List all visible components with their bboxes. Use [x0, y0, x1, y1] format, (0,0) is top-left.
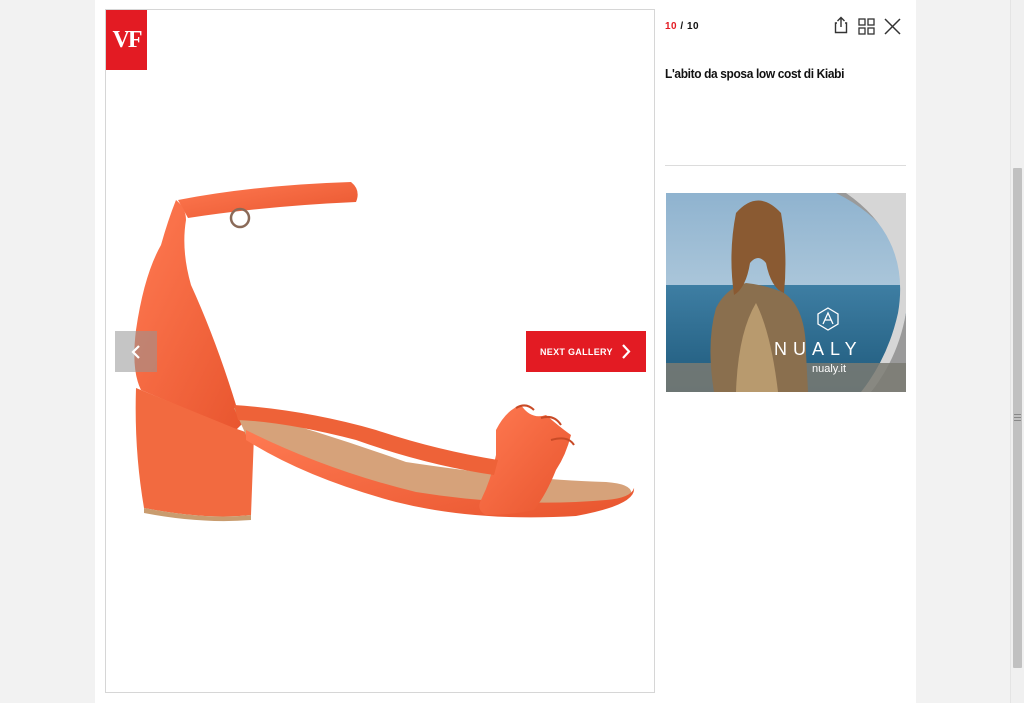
- advertisement-banner[interactable]: NUALY nualy.it: [666, 193, 906, 392]
- ad-image: [666, 193, 906, 392]
- counter-total: 10: [686, 21, 700, 32]
- next-gallery-label: NEXT GALLERY: [540, 346, 613, 357]
- logo-text: VF: [112, 26, 143, 53]
- previous-image-button[interactable]: [115, 331, 157, 372]
- divider: [665, 165, 906, 166]
- image-counter: 10 / 10: [665, 21, 699, 32]
- ad-url-text: nualy.it: [812, 363, 847, 375]
- close-button[interactable]: [884, 18, 901, 40]
- nualy-logo-icon: [817, 307, 839, 331]
- share-icon: [834, 16, 848, 34]
- vanity-fair-logo[interactable]: VF: [106, 10, 147, 70]
- ad-brand-text: NUALY: [774, 339, 863, 359]
- share-button[interactable]: [833, 16, 849, 39]
- grid-icon: [858, 18, 875, 35]
- next-gallery-button[interactable]: NEXT GALLERY: [526, 331, 646, 372]
- close-icon: [884, 18, 901, 35]
- scrollbar-grip: [1014, 414, 1021, 423]
- page-scrollbar[interactable]: [1010, 0, 1024, 703]
- counter-separator: /: [680, 21, 684, 32]
- counter-current: 10: [665, 21, 678, 32]
- gallery-title: L'abito da sposa low cost di Kiabi: [665, 66, 845, 81]
- chevron-left-icon: [131, 344, 140, 359]
- grid-view-button[interactable]: [858, 18, 875, 40]
- chevron-right-icon: [622, 344, 631, 359]
